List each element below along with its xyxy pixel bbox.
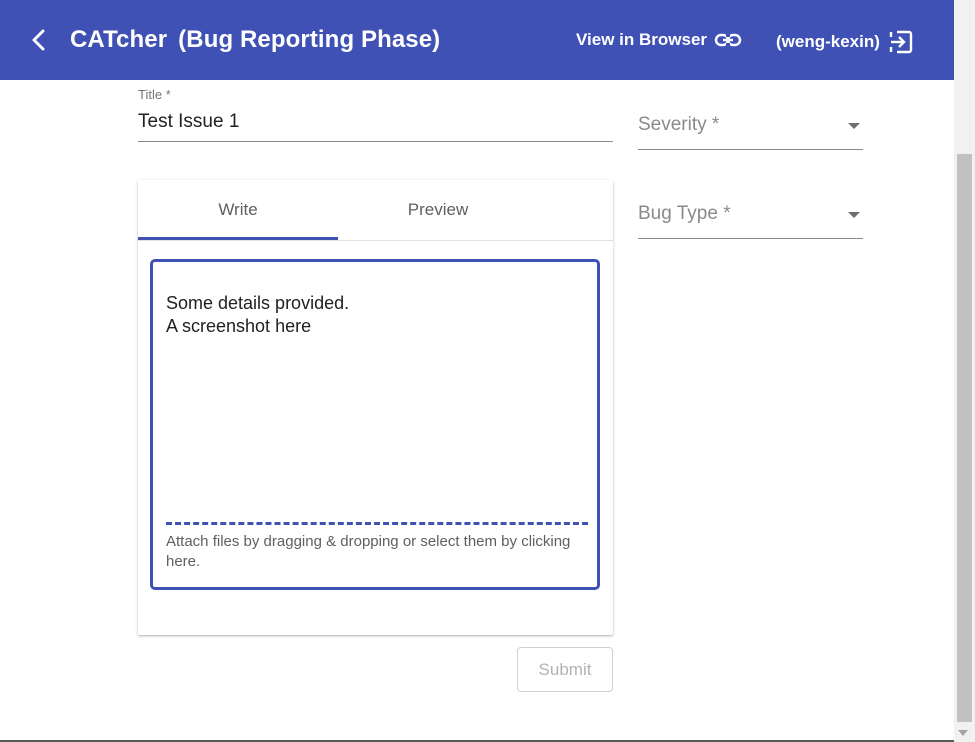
editor-tabs: Write Preview <box>138 180 613 241</box>
app-title: CATcher (Bug Reporting Phase) <box>70 26 440 54</box>
title-input[interactable] <box>138 110 613 134</box>
attach-files-link[interactable]: Attach files by dragging & dropping or s… <box>166 532 576 572</box>
scroll-down-icon[interactable] <box>958 730 968 736</box>
view-in-browser-label: View in Browser <box>576 30 708 49</box>
logout-button[interactable]: (weng-kexin) <box>776 29 914 55</box>
dropdown-arrow-icon <box>848 123 860 129</box>
back-arrow-icon <box>32 29 45 51</box>
username-label: (weng-kexin) <box>776 32 880 51</box>
view-in-browser-button[interactable]: View in Browser <box>576 30 742 50</box>
scrollbar-thumb[interactable] <box>957 154 972 722</box>
app-name: CATcher <box>70 26 168 53</box>
bug-type-label: Bug Type * <box>638 203 731 224</box>
link-icon <box>714 33 742 47</box>
attach-drop-divider <box>166 522 588 525</box>
title-underline <box>138 141 613 142</box>
description-card: Write Preview Some details provided. A s… <box>138 180 613 635</box>
back-button[interactable] <box>24 25 54 55</box>
bug-type-underline <box>638 238 863 239</box>
title-label: Title * <box>138 87 171 102</box>
severity-label: Severity * <box>638 114 720 135</box>
severity-underline <box>638 149 863 150</box>
logout-icon <box>889 30 913 54</box>
dropdown-arrow-icon <box>848 212 860 218</box>
bug-type-select[interactable]: Bug Type * <box>638 203 863 243</box>
tab-preview[interactable]: Preview <box>338 180 538 240</box>
tab-write[interactable]: Write <box>138 180 338 240</box>
severity-select[interactable]: Severity * <box>638 114 863 154</box>
description-textarea[interactable]: Some details provided. A screenshot here… <box>150 259 600 590</box>
scrollbar[interactable] <box>954 0 975 742</box>
submit-button[interactable]: Submit <box>517 647 613 692</box>
active-tab-indicator <box>138 237 338 240</box>
app-toolbar: CATcher (Bug Reporting Phase) View in Bro… <box>0 0 954 80</box>
description-text: Some details provided. A screenshot here <box>166 293 350 336</box>
app-phase: (Bug Reporting Phase) <box>178 26 441 53</box>
